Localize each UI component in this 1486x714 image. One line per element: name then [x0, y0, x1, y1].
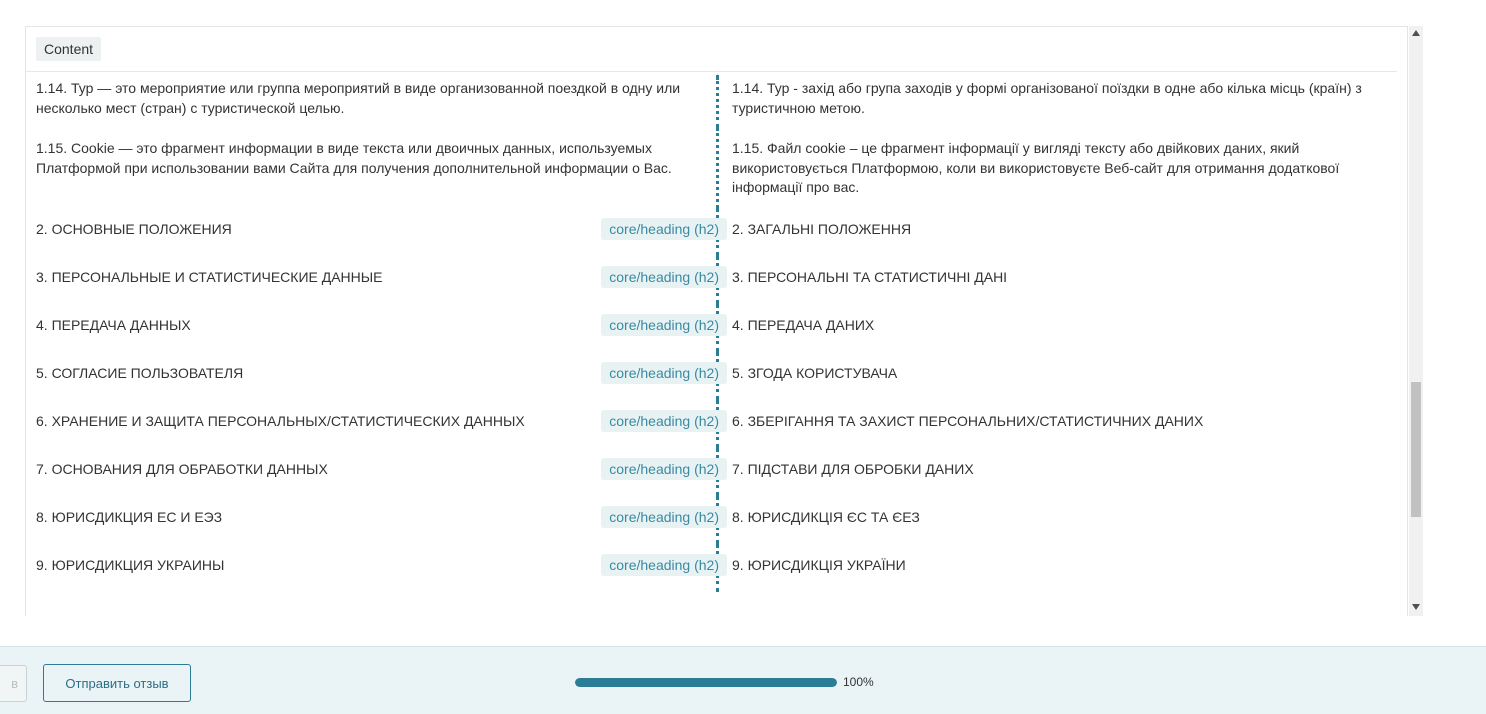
block-type-badge: core/heading (h2) [601, 553, 727, 576]
translation-text[interactable]: 1.15. Файл cookie – це фрагмент інформац… [732, 139, 1387, 198]
footer-bar: в Отправить отзыв 100% [0, 646, 1486, 714]
translation-heading[interactable]: 2. ЗАГАЛЬНІ ПОЛОЖЕННЯ [732, 220, 1387, 240]
translation-heading[interactable]: 8. ЮРИСДИКЦІЯ ЄС ТА ЄЕЗ [732, 508, 1387, 528]
translation-heading[interactable]: 6. ЗБЕРІГАННЯ ТА ЗАХИСТ ПЕРСОНАЛЬНИХ/СТА… [732, 412, 1387, 432]
block-type-badge: core/heading (h2) [601, 409, 727, 432]
content-tag: Content [36, 37, 102, 61]
scroll-up-arrow-icon[interactable] [1412, 30, 1420, 36]
source-text: 1.15. Cookie — это фрагмент информации в… [36, 140, 672, 176]
source-text: 1.14. Тур — это мероприятие или группа м… [36, 80, 681, 116]
paragraph-row: 1.14. Тур — это мероприятие или группа м… [26, 72, 1407, 128]
translation-heading[interactable]: 3. ПЕРСОНАЛЬНІ ТА СТАТИСТИЧНІ ДАНІ [732, 268, 1387, 288]
block-type-badge: core/heading (h2) [601, 361, 727, 384]
hidden-action-button[interactable]: в [0, 665, 27, 702]
heading-row: 3. ПЕРСОНАЛЬНЫЕ И СТАТИСТИЧЕСКИЕ ДАННЫЕ c… [26, 255, 1407, 304]
translation-heading[interactable]: 4. ПЕРЕДАЧА ДАНИХ [732, 316, 1387, 336]
translation-heading[interactable]: 7. ПІДСТАВИ ДЛЯ ОБРОБКИ ДАНИХ [732, 460, 1387, 480]
heading-row: 5. СОГЛАСИЕ ПОЛЬЗОВАТЕЛЯ core/heading (h2… [26, 351, 1407, 400]
translation-panel: Content 1.14. Тур — это мероприятие или … [25, 26, 1408, 616]
translation-heading[interactable]: 9. ЮРИСДИКЦІЯ УКРАЇНИ [732, 556, 1387, 576]
scroll-thumb[interactable] [1411, 382, 1421, 517]
paragraph-row: 1.15. Cookie — это фрагмент информации в… [26, 128, 1407, 208]
block-type-badge: core/heading (h2) [601, 457, 727, 480]
translation-heading[interactable]: 5. ЗГОДА КОРИСТУВАЧА [732, 364, 1387, 384]
translation-rows[interactable]: 1.14. Тур — это мероприятие или группа м… [26, 72, 1407, 616]
heading-row: 7. ОСНОВАНИЯ ДЛЯ ОБРАБОТКИ ДАННЫХ core/he… [26, 447, 1407, 496]
translation-text[interactable]: 1.14. Тур - захід або група заходів у фо… [732, 79, 1387, 118]
progress-fill [575, 678, 837, 687]
progress-bar [575, 678, 837, 687]
block-type-badge: core/heading (h2) [601, 265, 727, 288]
send-feedback-button[interactable]: Отправить отзыв [43, 664, 191, 702]
progress-label: 100% [843, 675, 874, 689]
vertical-scrollbar[interactable] [1409, 26, 1423, 616]
heading-row: 9. ЮРИСДИКЦИЯ УКРАИНЫ core/heading (h2) 9.… [26, 543, 1407, 592]
heading-row: 8. ЮРИСДИКЦИЯ ЕС И ЕЭЗ core/heading (h2) 8… [26, 495, 1407, 544]
block-type-badge: core/heading (h2) [601, 313, 727, 336]
heading-row: 6. ХРАНЕНИЕ И ЗАЩИТА ПЕРСОНАЛЬНЫХ/СТАТИС… [26, 399, 1407, 448]
block-type-badge: core/heading (h2) [601, 217, 727, 240]
heading-row: 4. ПЕРЕДАЧА ДАННЫХ core/heading (h2) 4. ПЕ… [26, 303, 1407, 352]
panel-header: Content [26, 27, 1397, 72]
block-type-badge: core/heading (h2) [601, 505, 727, 528]
scroll-down-arrow-icon[interactable] [1412, 604, 1420, 610]
heading-row: 2. ОСНОВНЫЕ ПОЛОЖЕНИЯ core/heading (h2) 2.… [26, 207, 1407, 256]
